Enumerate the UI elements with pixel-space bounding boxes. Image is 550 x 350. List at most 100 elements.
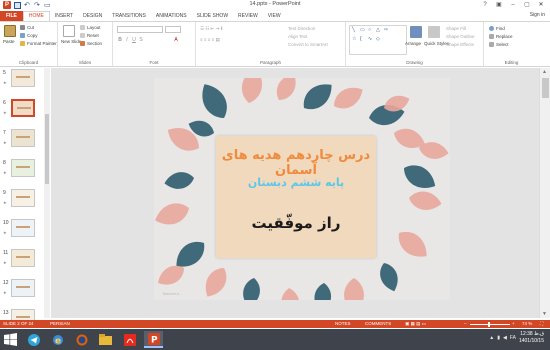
- shape-outline-button[interactable]: Shape Outline: [446, 34, 475, 39]
- tab-animations[interactable]: ANIMATIONS: [151, 11, 192, 21]
- arrange-icon[interactable]: [410, 26, 422, 38]
- underline-button[interactable]: U: [131, 37, 137, 43]
- new-slide-button[interactable]: New Slide: [61, 39, 81, 44]
- oval-shape-icon[interactable]: ○: [368, 27, 371, 33]
- tab-slide-show[interactable]: SLIDE SHOW: [192, 11, 233, 21]
- zoom-slider[interactable]: [470, 324, 510, 325]
- view-buttons[interactable]: ▣ ▦ ▤ ▭: [405, 321, 426, 327]
- star-shape-icon[interactable]: ☆: [352, 36, 356, 42]
- bold-button[interactable]: B: [117, 37, 123, 43]
- slide-thumbnail-row[interactable]: 5 ★: [0, 68, 44, 98]
- align-text-button[interactable]: Align Text: [288, 34, 307, 39]
- font-name-field[interactable]: [117, 26, 163, 33]
- bullets-buttons[interactable]: ☰ ☷ ⇤ ⇥ ‖: [200, 26, 222, 32]
- quick-styles-icon[interactable]: [428, 26, 440, 38]
- zoom-level[interactable]: 74 %: [522, 321, 532, 326]
- slide-thumbnail[interactable]: [11, 99, 35, 117]
- slide-thumbnail[interactable]: [11, 189, 35, 207]
- line-shape-icon[interactable]: ╲: [352, 27, 355, 33]
- format-painter-button[interactable]: Format Painter: [20, 41, 57, 47]
- paste-button[interactable]: Paste: [3, 39, 15, 44]
- show-hidden-icon[interactable]: ▲: [489, 335, 494, 341]
- slide-thumbnail[interactable]: [11, 159, 35, 177]
- sign-in-link[interactable]: Sign in: [530, 12, 545, 18]
- slide-thumbnail-row[interactable]: 6 ★: [0, 98, 44, 128]
- telegram-icon[interactable]: [24, 331, 43, 348]
- minimize-icon[interactable]: –: [506, 0, 520, 10]
- tab-design[interactable]: DESIGN: [78, 11, 107, 21]
- shapes-gallery[interactable]: ╲ ▭ ○ △ ⇨ ☆ { ∿ ◇: [349, 25, 407, 55]
- callout-shape-icon[interactable]: ◇: [376, 36, 380, 42]
- tab-home[interactable]: HOME: [22, 11, 50, 21]
- volume-icon[interactable]: ◀: [503, 335, 507, 341]
- new-slide-icon[interactable]: [63, 25, 75, 37]
- text-direction-button[interactable]: Text Direction: [288, 26, 315, 31]
- align-buttons[interactable]: ≡ ≡ ≡ ≡ ▤: [200, 37, 220, 43]
- slide-thumbnail-row[interactable]: 7 ★: [0, 128, 44, 158]
- zoom-in-icon[interactable]: +: [512, 321, 515, 326]
- canvas-scrollbar[interactable]: ▲ ▼: [539, 68, 550, 318]
- zoom-slider-knob[interactable]: [488, 322, 490, 327]
- slide-thumbnail-row[interactable]: 8 ★: [0, 158, 44, 188]
- scroll-up-icon[interactable]: ▲: [542, 69, 547, 75]
- slide-thumbnail-row[interactable]: 12 ★: [0, 278, 44, 308]
- slide-thumbnail[interactable]: [11, 219, 35, 237]
- ie-icon[interactable]: e: [48, 331, 67, 348]
- replace-button[interactable]: Replace: [489, 34, 513, 40]
- slide-thumbnail-row[interactable]: 9 ★: [0, 188, 44, 218]
- canvas-scroll-thumb[interactable]: [542, 78, 549, 98]
- close-icon[interactable]: ✕: [534, 0, 548, 10]
- tab-transitions[interactable]: TRANSITIONS: [107, 11, 151, 21]
- maximize-icon[interactable]: ▢: [520, 0, 534, 10]
- rect-shape-icon[interactable]: ▭: [360, 27, 365, 33]
- triangle-shape-icon[interactable]: △: [376, 27, 380, 33]
- brace-shape-icon[interactable]: {: [360, 36, 362, 42]
- slide-thumbnail-row[interactable]: 11 ★: [0, 248, 44, 278]
- cut-button[interactable]: Cut: [20, 25, 34, 31]
- network-icon[interactable]: ▮: [497, 335, 500, 341]
- explorer-icon[interactable]: [96, 331, 115, 348]
- slide-grade-subtitle[interactable]: پایه ششم دبستان: [216, 176, 376, 189]
- language-indicator-tray[interactable]: FA: [510, 335, 516, 341]
- font-color-button[interactable]: A: [173, 37, 179, 43]
- scroll-down-icon[interactable]: ▼: [542, 311, 547, 317]
- arrange-button[interactable]: Arrange: [405, 41, 421, 46]
- comments-button[interactable]: COMMENTS: [365, 321, 391, 326]
- slide-thumbnail[interactable]: [11, 249, 35, 267]
- arrow-shape-icon[interactable]: ⇨: [384, 27, 388, 33]
- tab-file[interactable]: FILE: [0, 11, 23, 21]
- slide-thumbnail-row[interactable]: 10 ★: [0, 218, 44, 248]
- slide-thumbnail[interactable]: [11, 129, 35, 147]
- slide-lesson-title[interactable]: درس چاردهم هدیه های آسمان: [216, 148, 376, 178]
- current-slide[interactable]: درس چاردهم هدیه های آسمان پایه ششم دبستا…: [154, 78, 450, 300]
- select-button[interactable]: Select: [489, 42, 509, 48]
- zoom-out-icon[interactable]: –: [464, 321, 467, 326]
- slide-thumbnail[interactable]: [11, 69, 35, 87]
- font-size-field[interactable]: [165, 26, 181, 33]
- thumbnail-scrollbar[interactable]: [44, 68, 50, 318]
- language-indicator[interactable]: PERSIAN: [50, 321, 70, 326]
- fit-slide-icon[interactable]: ⛶: [540, 321, 543, 326]
- title-card[interactable]: درس چاردهم هدیه های آسمان پایه ششم دبستا…: [216, 136, 376, 258]
- slide-topic-title[interactable]: راز موفّقیت: [216, 214, 376, 232]
- convert-smartart-button[interactable]: Convert to SmartArt: [288, 42, 328, 47]
- windows-start-icon[interactable]: [4, 333, 17, 346]
- clock[interactable]: 12:38 ق.ظ 1401/10/15: [519, 331, 544, 345]
- tab-view[interactable]: VIEW: [263, 11, 286, 21]
- powerpoint-icon[interactable]: P: [144, 331, 163, 348]
- curve-shape-icon[interactable]: ∿: [368, 36, 372, 42]
- shape-effects-button[interactable]: Shape Effects: [446, 42, 474, 47]
- find-button[interactable]: Find: [489, 26, 505, 32]
- thumbnail-scroll-thumb[interactable]: [45, 114, 49, 184]
- firefox-icon[interactable]: [72, 331, 91, 348]
- acrobat-icon[interactable]: [120, 331, 139, 348]
- strikethrough-button[interactable]: S: [138, 37, 144, 43]
- layout-button[interactable]: Layout: [80, 25, 101, 31]
- tab-insert[interactable]: INSERT: [50, 11, 78, 21]
- ribbon-display-icon[interactable]: ▣: [492, 0, 506, 10]
- tab-review[interactable]: REVIEW: [233, 11, 263, 21]
- help-icon[interactable]: ?: [478, 0, 492, 10]
- section-button[interactable]: Section: [80, 41, 102, 47]
- slide-thumbnail[interactable]: [11, 279, 35, 297]
- copy-button[interactable]: Copy: [20, 33, 38, 39]
